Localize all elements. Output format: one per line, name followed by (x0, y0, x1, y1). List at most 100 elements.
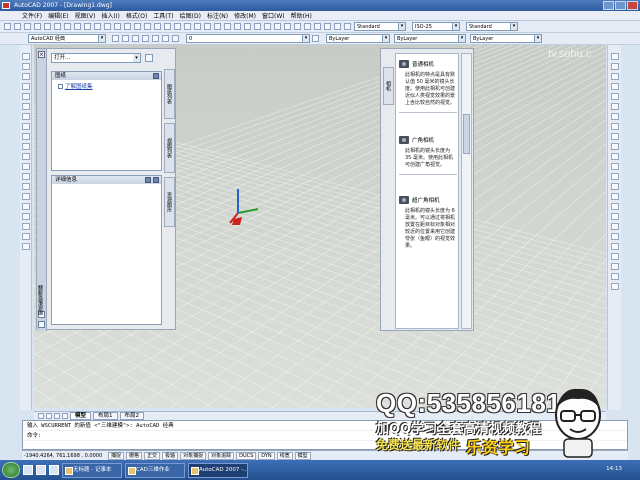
standard-tool-25-icon[interactable] (254, 23, 261, 30)
maximize-button[interactable] (615, 1, 626, 10)
tab-resource-drawings[interactable]: 资源图形 (164, 177, 175, 227)
taskbar-item-autocad[interactable]: AutoCAD 2007 -... (188, 462, 248, 478)
modify-tool-6-icon[interactable] (611, 113, 619, 120)
draw-tool-3-icon[interactable] (22, 83, 30, 90)
modify-tool-21-icon[interactable] (611, 263, 619, 270)
draw-tool-8-icon[interactable] (22, 133, 30, 140)
standard-tool-30-icon[interactable] (304, 23, 311, 30)
status-toggle-8[interactable]: 线宽 (276, 451, 293, 460)
scrollbar-thumb[interactable] (463, 114, 470, 154)
menu-item-7[interactable]: 标注(N) (207, 11, 228, 20)
standard-tool-18-icon[interactable] (184, 23, 191, 30)
last-tab-icon[interactable] (62, 413, 68, 419)
standard-tool-17-icon[interactable] (174, 23, 181, 30)
layer-tool-7-icon[interactable] (312, 35, 319, 42)
standard-tool-2-icon[interactable] (24, 23, 31, 30)
standard-tool-24-icon[interactable] (244, 23, 251, 30)
standard-tool-34-icon[interactable] (344, 23, 351, 30)
draw-tool-2-icon[interactable] (22, 73, 30, 80)
taskbar-item-folder[interactable]: CAD三维作业 (125, 462, 185, 478)
draw-tool-0-icon[interactable] (22, 53, 30, 60)
menu-item-5[interactable]: 工具(T) (153, 11, 173, 20)
status-toggle-5[interactable]: 对象追踪 (208, 451, 235, 460)
linetype-combo[interactable]: ByLayer ▾ (394, 34, 466, 43)
draw-tool-1-icon[interactable] (22, 63, 30, 70)
menu-item-2[interactable]: 视图(V) (75, 11, 96, 20)
prev-tab-icon[interactable] (46, 413, 52, 419)
text-style-combo[interactable]: Standard ▾ (354, 22, 406, 31)
status-toggle-3[interactable]: 极轴 (162, 451, 179, 460)
sheet-list-icon[interactable] (145, 54, 153, 62)
menu-item-0[interactable]: 文件(F) (22, 11, 42, 20)
standard-tool-14-icon[interactable] (144, 23, 151, 30)
modify-tool-12-icon[interactable] (611, 173, 619, 180)
draw-tool-4-icon[interactable] (22, 93, 30, 100)
quicklaunch-desktop-icon[interactable] (23, 465, 33, 475)
layer-tool-5-icon[interactable] (162, 35, 169, 42)
camera-tool-wide-angle[interactable]: 广角相机 此相机的镜头长度为 35 毫米。使用此相机可创建广角视觉。 (399, 136, 457, 175)
first-tab-icon[interactable] (38, 413, 44, 419)
status-toggle-2[interactable]: 正交 (144, 451, 161, 460)
draw-tool-16-icon[interactable] (22, 213, 30, 220)
modify-tool-10-icon[interactable] (611, 153, 619, 160)
menu-item-3[interactable]: 插入(I) (101, 11, 119, 20)
draw-tool-15-icon[interactable] (22, 203, 30, 210)
start-button[interactable] (2, 462, 20, 478)
standard-tool-15-icon[interactable] (154, 23, 161, 30)
standard-tool-1-icon[interactable] (14, 23, 21, 30)
modify-tool-1-icon[interactable] (611, 63, 619, 70)
close-button[interactable] (627, 1, 638, 10)
standard-tool-33-icon[interactable] (334, 23, 341, 30)
next-tab-icon[interactable] (54, 413, 60, 419)
properties-icon[interactable] (38, 321, 45, 328)
dim-style-combo[interactable]: ISO-25 ▾ (412, 22, 460, 31)
standard-tool-22-icon[interactable] (224, 23, 231, 30)
modify-tool-13-icon[interactable] (611, 183, 619, 190)
modify-tool-19-icon[interactable] (611, 243, 619, 250)
status-toggle-6[interactable]: DUCS (236, 451, 257, 460)
modify-tool-7-icon[interactable] (611, 123, 619, 130)
status-toggle-7[interactable]: DYN (258, 451, 275, 460)
palette-titlebar[interactable]: × 图纸集管理器 (37, 49, 47, 331)
layer-tool-1-icon[interactable] (122, 35, 129, 42)
autocad-app-icon[interactable] (2, 2, 10, 9)
standard-tool-19-icon[interactable] (194, 23, 201, 30)
draw-tool-13-icon[interactable] (22, 183, 30, 190)
standard-tool-0-icon[interactable] (4, 23, 11, 30)
modify-tool-8-icon[interactable] (611, 133, 619, 140)
draw-tool-19-icon[interactable] (22, 243, 30, 250)
quicklaunch-ie-icon[interactable] (36, 465, 46, 475)
modify-tool-3-icon[interactable] (611, 83, 619, 90)
quicklaunch-folder-icon[interactable] (49, 465, 59, 475)
tab-model[interactable]: 模型 (70, 412, 92, 420)
standard-tool-13-icon[interactable] (134, 23, 141, 30)
tab-view-list[interactable]: 视图列表 (164, 123, 175, 173)
close-icon[interactable]: × (38, 51, 45, 58)
standard-tool-4-icon[interactable] (44, 23, 51, 30)
draw-tool-7-icon[interactable] (22, 123, 30, 130)
tab-layout2[interactable]: 布局2 (119, 412, 145, 420)
taskbar-item-notepad[interactable]: 无标题 - 记事本 (62, 462, 122, 478)
standard-tool-11-icon[interactable] (114, 23, 121, 30)
standard-tool-3-icon[interactable] (34, 23, 41, 30)
layer-tool-6-icon[interactable] (172, 35, 179, 42)
modify-tool-17-icon[interactable] (611, 223, 619, 230)
modify-tool-20-icon[interactable] (611, 253, 619, 260)
draw-tool-12-icon[interactable] (22, 173, 30, 180)
standard-tool-16-icon[interactable] (164, 23, 171, 30)
standard-tool-23-icon[interactable] (234, 23, 241, 30)
standard-tool-5-icon[interactable] (54, 23, 61, 30)
minimize-button[interactable] (603, 1, 614, 10)
modify-tool-5-icon[interactable] (611, 103, 619, 110)
draw-tool-6-icon[interactable] (22, 113, 30, 120)
modify-tool-22-icon[interactable] (611, 273, 619, 280)
status-toggle-9[interactable]: 模型 (294, 451, 311, 460)
draw-tool-11-icon[interactable] (22, 163, 30, 170)
menu-item-6[interactable]: 绘图(D) (180, 11, 201, 20)
draw-tool-5-icon[interactable] (22, 103, 30, 110)
layer-combo[interactable]: 0 ▾ (186, 34, 310, 43)
tab-camera[interactable]: 相机 (383, 67, 394, 105)
camera-tool-normal[interactable]: 普通相机 此相机的特点是具有默认值 50 毫米的镜头长度。使用此相机可创建近似人… (399, 60, 457, 113)
open-dropdown[interactable]: 打开... ▾ (51, 53, 141, 63)
modify-tool-4-icon[interactable] (611, 93, 619, 100)
